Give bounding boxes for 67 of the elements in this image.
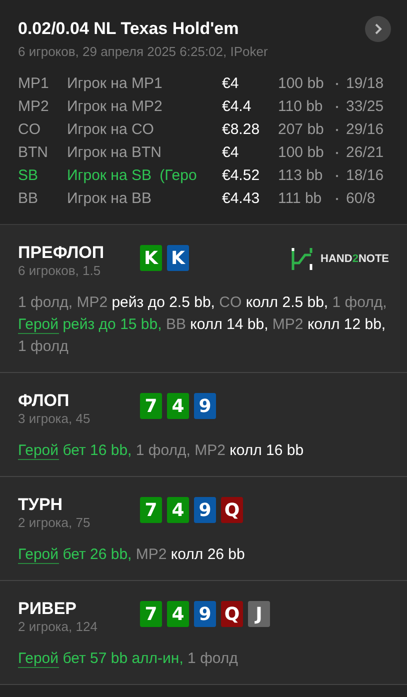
action-line: Герой бет 16 bb, 1 фолд, MP2 колл 16 bb bbox=[18, 441, 305, 462]
card: K bbox=[167, 245, 189, 271]
player-bb: 110 bb bbox=[278, 98, 324, 115]
action-line: 1 фолд, MP2 рейз до 2.5 bb, CO колл 2.5 bb, 1 фолд, Герой рейз до 15 bb, BB колл 14 bb, MP2 колл 12 bb, 1 фолд bbox=[18, 293, 388, 357]
action-line: Герой бет 57 bb алл-ин, 1 фолд bbox=[18, 649, 239, 670]
hero-link[interactable]: Герой bbox=[18, 650, 59, 668]
player-stack: €8.28 bbox=[222, 121, 261, 138]
player-position: SB bbox=[18, 167, 40, 184]
street-title: РИВЕР bbox=[18, 599, 78, 619]
hero-link[interactable]: Герой bbox=[18, 546, 59, 564]
card: 9 bbox=[194, 497, 216, 523]
hero-link[interactable]: Герой bbox=[18, 442, 59, 460]
player-name: Игрок на MP2 bbox=[67, 98, 162, 115]
player-bb: 100 bb bbox=[278, 75, 325, 92]
hand-subtitle: 6 игроков, 29 апреля 2025 6:25:02, IPoker bbox=[18, 44, 269, 59]
player-bb: 111 bb bbox=[278, 190, 323, 207]
player-name: Игрок на MP1 bbox=[67, 75, 162, 92]
player-stack: €4.43 bbox=[222, 190, 261, 207]
player-position: MP2 bbox=[18, 98, 50, 115]
action-line: Герой бет 26 bb, MP2 колл 26 bb bbox=[18, 545, 246, 566]
card: J bbox=[248, 601, 270, 627]
player-stats: 29/16 bbox=[346, 121, 384, 138]
player-stats: 33/25 bbox=[346, 98, 384, 115]
card: 4 bbox=[167, 393, 189, 419]
player-stats: 60/8 bbox=[346, 190, 376, 207]
player-position: MP1 bbox=[18, 75, 50, 92]
card: Q bbox=[221, 601, 243, 627]
player-position: BB bbox=[18, 190, 40, 207]
hand-title: 0.02/0.04 NL Texas Hold'em bbox=[18, 19, 239, 39]
card: 7 bbox=[140, 393, 162, 419]
card: 4 bbox=[167, 601, 189, 627]
player-stats: 18/16 bbox=[346, 167, 384, 184]
card: 4 bbox=[167, 497, 189, 523]
card: 7 bbox=[140, 601, 162, 627]
player-position: BTN bbox=[18, 144, 49, 161]
street-info: 2 игрока, 75 bbox=[18, 515, 92, 530]
street-info: 6 игроков, 1.5 bbox=[18, 263, 102, 278]
player-stack: €4 bbox=[222, 75, 240, 92]
street-info: 3 игрока, 45 bbox=[18, 411, 92, 426]
player-name: Игрок на BTN bbox=[67, 144, 162, 161]
card: K bbox=[140, 245, 162, 271]
player-tag: (Геро bbox=[160, 167, 197, 184]
street-title: ПРЕФЛОП bbox=[18, 243, 106, 263]
logo-icon bbox=[290, 247, 313, 271]
player-bb: 207 bb bbox=[278, 121, 325, 138]
player-link[interactable]: Игрок на SB bbox=[67, 167, 152, 184]
player-bb: 113 bb bbox=[278, 167, 324, 184]
player-name: Игрок на BB bbox=[67, 190, 152, 207]
street-info: 2 игрока, 124 bbox=[18, 619, 98, 634]
card: 7 bbox=[140, 497, 162, 523]
player-stats: 26/21 bbox=[346, 144, 384, 161]
player-stack: €4.4 bbox=[222, 98, 252, 115]
street-title: ТУРН bbox=[18, 495, 64, 515]
next-button[interactable] bbox=[365, 16, 391, 42]
logo-text: HAND2NOTE bbox=[320, 253, 389, 265]
player-stack: €4 bbox=[222, 144, 240, 161]
player-bb: 100 bb bbox=[278, 144, 325, 161]
hero-link[interactable]: Герой bbox=[18, 316, 59, 334]
street-title: ФЛОП bbox=[18, 391, 70, 411]
chevron-right-icon bbox=[373, 23, 383, 35]
card: Q bbox=[221, 497, 243, 523]
card: 9 bbox=[194, 393, 216, 419]
player-position: CO bbox=[18, 121, 42, 138]
player-name: Игрок на CO bbox=[67, 121, 154, 138]
player-stats: 19/18 bbox=[346, 75, 384, 92]
card: 9 bbox=[194, 601, 216, 627]
player-stack: €4.52 bbox=[222, 167, 261, 184]
